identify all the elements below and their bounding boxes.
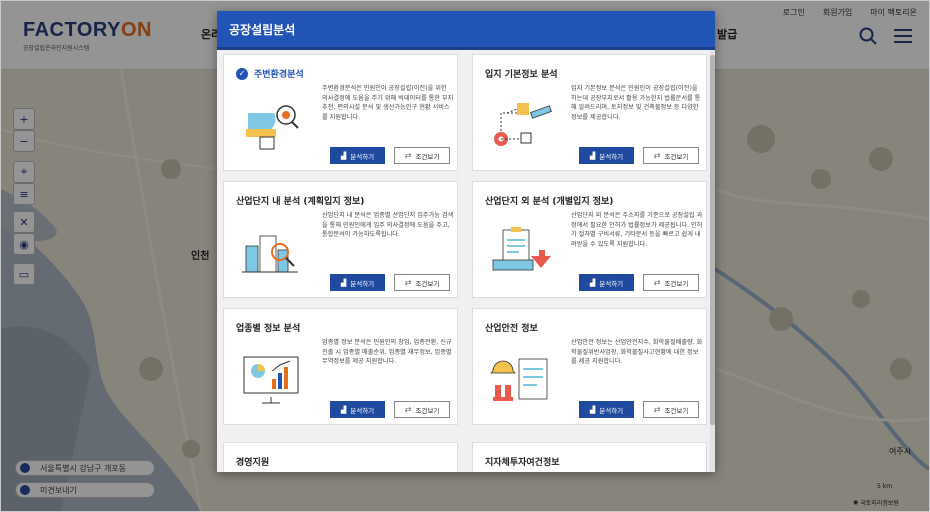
card-title: 산업안전 정보 [485, 324, 538, 334]
view-conditions-button[interactable]: ⇄ 조건보기 [394, 401, 450, 418]
view-conditions-button[interactable]: ⇄ 조건보기 [643, 401, 699, 418]
card-title: 산업단지 내 분석 (계획입지 정보) [236, 197, 365, 207]
card-title: 산업단지 외 분석 (개별입지 정보) [485, 197, 614, 207]
industry-info-illustration-icon [243, 356, 299, 404]
factory-icon: ▟ [340, 406, 347, 414]
card-site-basic-info[interactable]: 입지 기본정보 분석 입지 기본정보 분석은 민원인이 공장설립(이전)을 하는… [472, 54, 707, 171]
sliders-icon: ⇄ [404, 405, 412, 414]
analyze-button[interactable]: ▟ 분석하기 [579, 274, 634, 291]
modal-body: ✓ 주변환경분석 주변환경분석은 민원인이 공장설립(이전)을 위한 의사결정에 … [217, 50, 715, 472]
view-conditions-button[interactable]: ⇄ 조건보기 [394, 274, 450, 291]
sliders-icon: ⇄ [653, 278, 661, 287]
view-conditions-button[interactable]: ⇄ 조건보기 [643, 147, 699, 164]
card-industrial-complex-outside[interactable]: 산업단지 외 분석 (개별입지 정보) 산업단지 외 분석은 주소지를 기준으로… [472, 181, 707, 298]
factory-icon: ▟ [589, 406, 596, 414]
analyze-button[interactable]: ▟ 분석하기 [330, 274, 385, 291]
modal-scrollbar-thumb[interactable] [710, 55, 715, 425]
card-title: 입지 기본정보 분석 [485, 70, 558, 80]
sliders-icon: ⇄ [404, 278, 412, 287]
card-description: 입지 기본정보 분석은 민원인이 공장설립(이전)을 하는데 공장부지로서 활용… [571, 85, 701, 121]
view-conditions-button[interactable]: ⇄ 조건보기 [643, 274, 699, 291]
environment-illustration-icon [246, 105, 299, 150]
analyze-button[interactable]: ▟ 분석하기 [330, 147, 385, 164]
sliders-icon: ⇄ [653, 151, 661, 160]
card-management-support[interactable]: 경영지원 [223, 442, 458, 472]
factory-icon: ▟ [589, 279, 596, 287]
card-description: 산업단지 내 분석은 업종별 산업단지 입주가능 검색을 통해 민원인에게 입주… [322, 212, 454, 239]
view-conditions-button[interactable]: ⇄ 조건보기 [394, 147, 450, 164]
card-title: ✓ 주변환경분석 [236, 67, 304, 80]
sliders-icon: ⇄ [653, 405, 661, 414]
sliders-icon: ⇄ [404, 151, 412, 160]
app-frame: 인천 여주시 FACTORYON 공장설립온라인지원시스템 온라 발급 로그인 … [0, 0, 930, 512]
card-title: 지자체투자여건정보 [485, 458, 560, 468]
industrial-complex-illustration-icon [242, 235, 298, 273]
factory-icon: ▟ [589, 152, 596, 160]
factory-analysis-modal: 공장설립분석 ✓ 주변환경분석 주변환경분석은 민원인이 공장설립(이전)을 위한… [217, 11, 715, 472]
safety-illustration-icon [490, 358, 548, 401]
analyze-button[interactable]: ▟ 분석하기 [579, 401, 634, 418]
analyze-button[interactable]: ▟ 분석하기 [330, 401, 385, 418]
site-info-illustration-icon [494, 103, 552, 146]
card-description: 산업단지 외 분석은 주소지를 기준으로 공장설립 과정에서 필요한 인허가 법… [571, 212, 703, 248]
card-description: 주변환경분석은 민원인이 공장설립(이전)을 위한 의사결정에 도움을 주기 위… [322, 85, 454, 121]
card-industry-info[interactable]: 업종별 정보 분석 업종별 정보 분석은 민원인의 창업, 업종전환, 신규 진… [223, 308, 458, 425]
analyze-button[interactable]: ▟ 분석하기 [579, 147, 634, 164]
check-icon: ✓ [236, 67, 248, 80]
card-industrial-safety[interactable]: 산업안전 정보 산업안전 정보는 산업안전지수, 화학물질배출량, 화학물질위반… [472, 308, 707, 425]
card-title: 경영지원 [236, 458, 270, 468]
card-industrial-complex-inside[interactable]: 산업단지 내 분석 (계획입지 정보) 산업단지 내 분석은 업종별 산업단지 … [223, 181, 458, 298]
factory-icon: ▟ [340, 279, 347, 287]
card-description: 산업안전 정보는 산업안전지수, 화학물질배출량, 화학물질위반사업장, 화학물… [571, 339, 703, 366]
individual-site-illustration-icon [492, 227, 551, 271]
modal-title: 공장설립분석 [217, 11, 715, 50]
card-description: 업종별 정보 분석은 민원인의 창업, 업종전환, 신규 진출 시 업종별 매출… [322, 339, 452, 366]
card-environment-analysis[interactable]: ✓ 주변환경분석 주변환경분석은 민원인이 공장설립(이전)을 위한 의사결정에 … [223, 54, 458, 171]
card-local-investment-info[interactable]: 지자체투자여건정보 [472, 442, 707, 472]
factory-icon: ▟ [340, 152, 347, 160]
card-title: 업종별 정보 분석 [236, 324, 301, 334]
